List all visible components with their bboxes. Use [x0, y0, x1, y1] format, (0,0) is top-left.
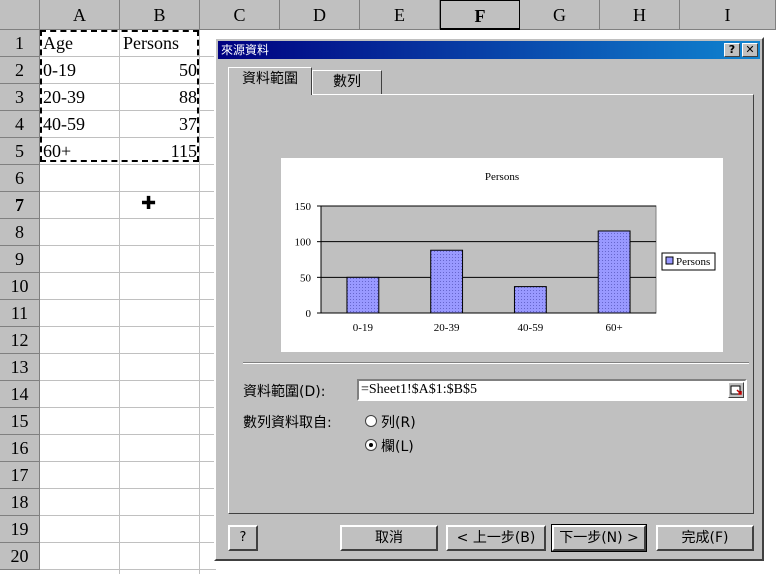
- radio-rows[interactable]: [365, 415, 377, 427]
- grid-line: [40, 380, 216, 381]
- row-header-5[interactable]: 5: [0, 138, 40, 165]
- radio-columns[interactable]: [365, 439, 377, 451]
- back-button[interactable]: < 上一步(B): [446, 525, 546, 551]
- data-range-input[interactable]: =Sheet1!$A$1:$B$5: [357, 379, 747, 401]
- bar: [346, 276, 380, 314]
- row-header-13[interactable]: 13: [0, 354, 40, 381]
- close-button[interactable]: ✕: [742, 43, 758, 57]
- grid-line: [40, 434, 216, 435]
- source-data-dialog: 來源資料 ? ✕ 資料範圍 數列 0 50 100 150 0-19 20-39 40-59…: [214, 37, 764, 561]
- grid-line: [40, 461, 216, 462]
- next-button[interactable]: 下一步(N) >: [551, 524, 647, 552]
- radio-rows-label: 列(R): [381, 415, 416, 431]
- row-header-10[interactable]: 10: [0, 273, 40, 300]
- separator: [243, 362, 749, 364]
- x-tick-label: 40-59: [518, 322, 544, 334]
- help-question-button[interactable]: ?: [724, 43, 740, 57]
- column-header-b[interactable]: B: [120, 0, 200, 30]
- data-range-value: =Sheet1!$A$1:$B$5: [361, 382, 477, 397]
- column-header-c[interactable]: C: [200, 0, 280, 30]
- bar: [513, 286, 547, 314]
- select-all-corner[interactable]: [0, 0, 40, 30]
- row-header-11[interactable]: 11: [0, 300, 40, 327]
- y-tick-label: 0: [306, 308, 312, 320]
- column-header-a[interactable]: A: [40, 0, 120, 30]
- row-header-8[interactable]: 8: [0, 219, 40, 246]
- grid-line: [40, 407, 216, 408]
- column-header-h[interactable]: H: [600, 0, 680, 30]
- cancel-button[interactable]: 取消: [340, 525, 438, 551]
- cell-cursor-icon: ✚: [141, 193, 157, 214]
- grid-line: [40, 353, 216, 354]
- radio-columns-label: 欄(L): [381, 439, 414, 455]
- legend-swatch: [665, 256, 674, 265]
- row-header-4[interactable]: 4: [0, 111, 40, 138]
- tab-series[interactable]: 數列: [312, 70, 382, 94]
- grid-line: [40, 218, 216, 219]
- row-header-2[interactable]: 2: [0, 57, 40, 84]
- grid-line: [40, 515, 216, 516]
- x-tick-label: 0-19: [353, 322, 374, 334]
- column-header-g[interactable]: G: [520, 0, 600, 30]
- row-header-14[interactable]: 14: [0, 381, 40, 408]
- row-header-17[interactable]: 17: [0, 462, 40, 489]
- bar: [430, 249, 464, 314]
- column-header-d[interactable]: D: [280, 0, 360, 30]
- row-header-19[interactable]: 19: [0, 516, 40, 543]
- grid-line: [40, 272, 216, 273]
- row-header-6[interactable]: 6: [0, 165, 40, 192]
- legend-label: Persons: [676, 256, 710, 268]
- finish-button[interactable]: 完成(F): [656, 525, 754, 551]
- collapse-dialog-button[interactable]: [728, 382, 744, 398]
- y-tick-label: 150: [295, 201, 312, 213]
- tab-data-range[interactable]: 資料範圍: [228, 67, 312, 95]
- row-header-3[interactable]: 3: [0, 84, 40, 111]
- column-header-i[interactable]: I: [680, 0, 776, 30]
- grid-line: [40, 191, 216, 192]
- column-header-f[interactable]: F: [440, 0, 520, 30]
- dialog-title: 來源資料: [221, 43, 270, 57]
- y-tick-label: 50: [300, 272, 312, 284]
- grid-line: [40, 326, 216, 327]
- x-tick-label: 60+: [606, 322, 623, 334]
- grid-line: [40, 569, 216, 570]
- grid-line: [40, 488, 216, 489]
- row-header-15[interactable]: 15: [0, 408, 40, 435]
- series-from-label: 數列資料取自:: [243, 415, 332, 431]
- chart-svg: 0 50 100 150 0-19 20-39 40-59 60+ Persons Persons: [295, 171, 716, 334]
- row-header-9[interactable]: 9: [0, 246, 40, 273]
- chart-preview: 0 50 100 150 0-19 20-39 40-59 60+ Persons Persons: [281, 158, 723, 352]
- office-assistant-button[interactable]: ?: [228, 525, 258, 551]
- grid-line: [40, 245, 216, 246]
- row-header-16[interactable]: 16: [0, 435, 40, 462]
- row-header-20[interactable]: 20: [0, 543, 40, 570]
- grid-line: [40, 542, 216, 543]
- row-header-18[interactable]: 18: [0, 489, 40, 516]
- y-tick-label: 100: [295, 237, 312, 249]
- data-range-label: 資料範圍(D):: [243, 384, 326, 400]
- row-header-7[interactable]: 7: [0, 192, 40, 219]
- row-header-1[interactable]: 1: [0, 30, 40, 57]
- chart-title: Persons: [485, 171, 519, 183]
- copy-marquee: [40, 30, 199, 162]
- collapse-icon: [730, 385, 742, 395]
- x-tick-label: 20-39: [434, 322, 460, 334]
- row-header-12[interactable]: 12: [0, 327, 40, 354]
- tab-panel: 0 50 100 150 0-19 20-39 40-59 60+ Persons Persons…: [228, 94, 754, 514]
- bar: [597, 230, 631, 314]
- dialog-titlebar: 來源資料 ? ✕: [218, 41, 760, 59]
- column-header-e[interactable]: E: [360, 0, 440, 30]
- grid-line: [40, 299, 216, 300]
